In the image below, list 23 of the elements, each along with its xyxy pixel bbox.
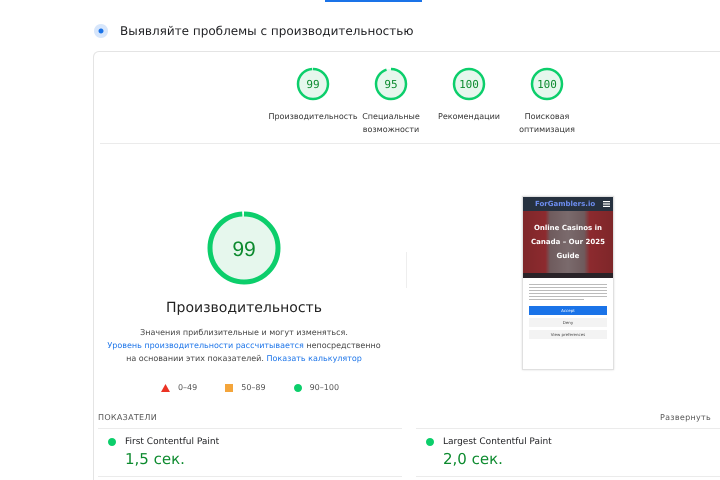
category-label[interactable]: Рекомендации bbox=[438, 110, 500, 123]
score-gauge: 99 bbox=[296, 67, 330, 101]
metric-name: Largest Contentful Paint bbox=[443, 437, 552, 447]
score-gauge: 100 bbox=[530, 67, 564, 101]
expand-link[interactable]: Развернуть bbox=[660, 413, 711, 422]
description: Значения приблизительные и могут изменяться. Уровень производительности рассчитывается непосредственно на основании этих показателей. Показать калькулятор bbox=[106, 327, 382, 365]
gauge-title: Производительность bbox=[166, 300, 322, 316]
link[interactable]: Уровень производительности рассчитывается bbox=[107, 341, 304, 350]
legend-label: 50–89 bbox=[241, 383, 266, 392]
legend-label: 90–100 bbox=[310, 383, 340, 392]
menu-icon bbox=[603, 201, 610, 207]
metrics-title: ПОКАЗАТЕЛИ bbox=[98, 413, 158, 422]
score-gauge: 95 bbox=[374, 67, 408, 101]
legend-label: 0–49 bbox=[178, 383, 198, 392]
metric-value: 1,5 сек. bbox=[125, 450, 186, 468]
gauge-icon bbox=[94, 24, 108, 38]
metric-value: 2,0 сек. bbox=[443, 450, 504, 468]
metric-name: First Contentful Paint bbox=[125, 437, 220, 447]
category-label[interactable]: Производительность bbox=[268, 110, 358, 123]
link[interactable]: Показать калькулятор bbox=[266, 354, 362, 363]
category-label[interactable]: Поисковая оптимизация bbox=[508, 110, 586, 136]
score-gauge: 100 bbox=[452, 67, 486, 101]
section-title: Выявляйте проблемы с производительностью bbox=[120, 24, 414, 38]
